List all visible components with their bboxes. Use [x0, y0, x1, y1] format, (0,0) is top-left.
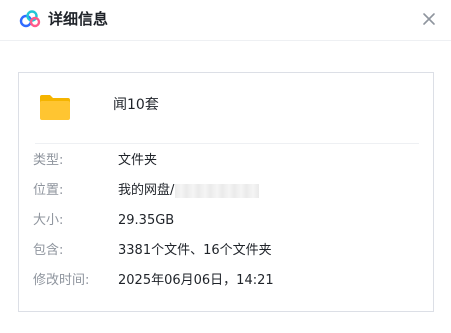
modified-label: 修改时间:: [33, 273, 90, 288]
dialog-title: 详细信息: [48, 10, 109, 28]
size-value: 29.35GB: [118, 213, 175, 228]
file-name: 闻10套: [113, 97, 159, 113]
panel-divider: [35, 143, 419, 144]
cloud-logo-icon: [19, 10, 41, 28]
folder-icon: [40, 95, 70, 120]
contains-label: 包含:: [33, 243, 64, 258]
title-bar: 详细信息: [0, 0, 451, 40]
modified-row: 修改时间: 2025年06月06日，14:21: [33, 271, 423, 291]
modified-value: 2025年06月06日，14:21: [118, 273, 274, 288]
location-row: 位置: 我的网盘/: [33, 181, 423, 201]
location-label: 位置:: [33, 183, 64, 198]
contains-value: 3381个文件、16个文件夹: [118, 243, 272, 258]
redacted-path: [175, 183, 260, 198]
location-value-wrap: 我的网盘/: [118, 181, 260, 201]
details-panel: 闻10套 类型: 文件夹 位置: 我的网盘/ 大小: 29.35GB 包含: 3…: [18, 72, 434, 312]
type-row: 类型: 文件夹: [33, 151, 423, 171]
type-label: 类型:: [33, 153, 64, 168]
contains-row: 包含: 3381个文件、16个文件夹: [33, 241, 423, 261]
location-value: 我的网盘/: [118, 183, 175, 198]
details-dialog: 详细信息 闻10套 类型: 文件夹 位置: 我的网盘/ 大小: 29.35GB …: [0, 0, 451, 333]
size-row: 大小: 29.35GB: [33, 211, 423, 231]
size-label: 大小:: [33, 213, 64, 228]
type-value: 文件夹: [118, 153, 158, 168]
close-icon[interactable]: [421, 11, 437, 27]
title-divider: [0, 40, 451, 41]
